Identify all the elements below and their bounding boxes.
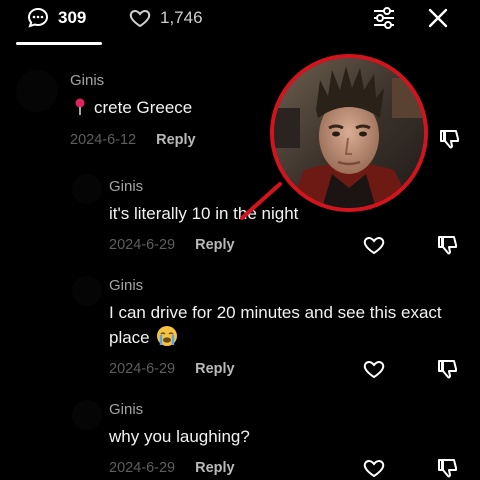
comments-header: 309 1,746 [0, 0, 480, 46]
heart-icon[interactable] [362, 233, 386, 257]
dislike-icon[interactable] [436, 357, 460, 381]
reply-button[interactable]: Reply [195, 361, 235, 377]
comment-meta: 2024-6-29 Reply [109, 460, 235, 476]
tab-comments[interactable]: 309 [26, 6, 86, 30]
likes-count: 1,746 [160, 8, 203, 27]
comment-username[interactable]: Ginis [109, 401, 143, 418]
comment-bubble-icon [27, 7, 49, 28]
reaction-photo-overlay [270, 54, 428, 212]
heart-icon[interactable] [362, 357, 386, 381]
close-icon[interactable] [426, 6, 450, 30]
avatar[interactable] [72, 174, 102, 204]
comment-date: 2024-6-29 [109, 237, 176, 253]
comment-date: 2024-6-29 [109, 361, 176, 377]
dislike-icon[interactable] [436, 233, 460, 257]
avatar[interactable] [72, 276, 102, 306]
comment-username[interactable]: Ginis [109, 277, 143, 294]
comment-item: Ginis why you laughing? 2024-6-29 Reply [0, 394, 480, 480]
comment-username[interactable]: Ginis [70, 72, 104, 89]
reply-button[interactable]: Reply [156, 132, 196, 148]
reply-button[interactable]: Reply [195, 460, 235, 476]
comments-count: 309 [58, 8, 87, 27]
comment-text: I can drive for 20 minutes and see this … [109, 303, 442, 347]
avatar[interactable] [16, 70, 58, 112]
reply-button[interactable]: Reply [195, 237, 235, 253]
comment-date: 2024-6-29 [109, 460, 176, 476]
comment-text: why you laughing? [109, 427, 250, 446]
dislike-icon[interactable] [438, 127, 462, 151]
active-tab-indicator [16, 42, 102, 45]
reaction-photo [274, 58, 424, 208]
comment-item: Ginis I can drive for 20 minutes and see… [0, 270, 480, 390]
comment-meta: 2024-6-12 Reply [70, 132, 196, 148]
dislike-icon[interactable] [436, 456, 460, 480]
location-pin-icon [75, 98, 85, 115]
sliders-icon[interactable] [372, 6, 396, 30]
avatar[interactable] [72, 400, 102, 430]
overlay-pointer [240, 182, 282, 220]
comment-meta: 2024-6-29 Reply [109, 237, 235, 253]
heart-icon [129, 9, 151, 28]
crying-face-emoji-icon [156, 326, 177, 346]
comment-meta: 2024-6-29 Reply [109, 361, 235, 377]
comment-username[interactable]: Ginis [109, 178, 143, 195]
tab-likes[interactable]: 1,746 [128, 6, 203, 30]
comment-date: 2024-6-12 [70, 132, 137, 148]
heart-icon[interactable] [362, 456, 386, 480]
